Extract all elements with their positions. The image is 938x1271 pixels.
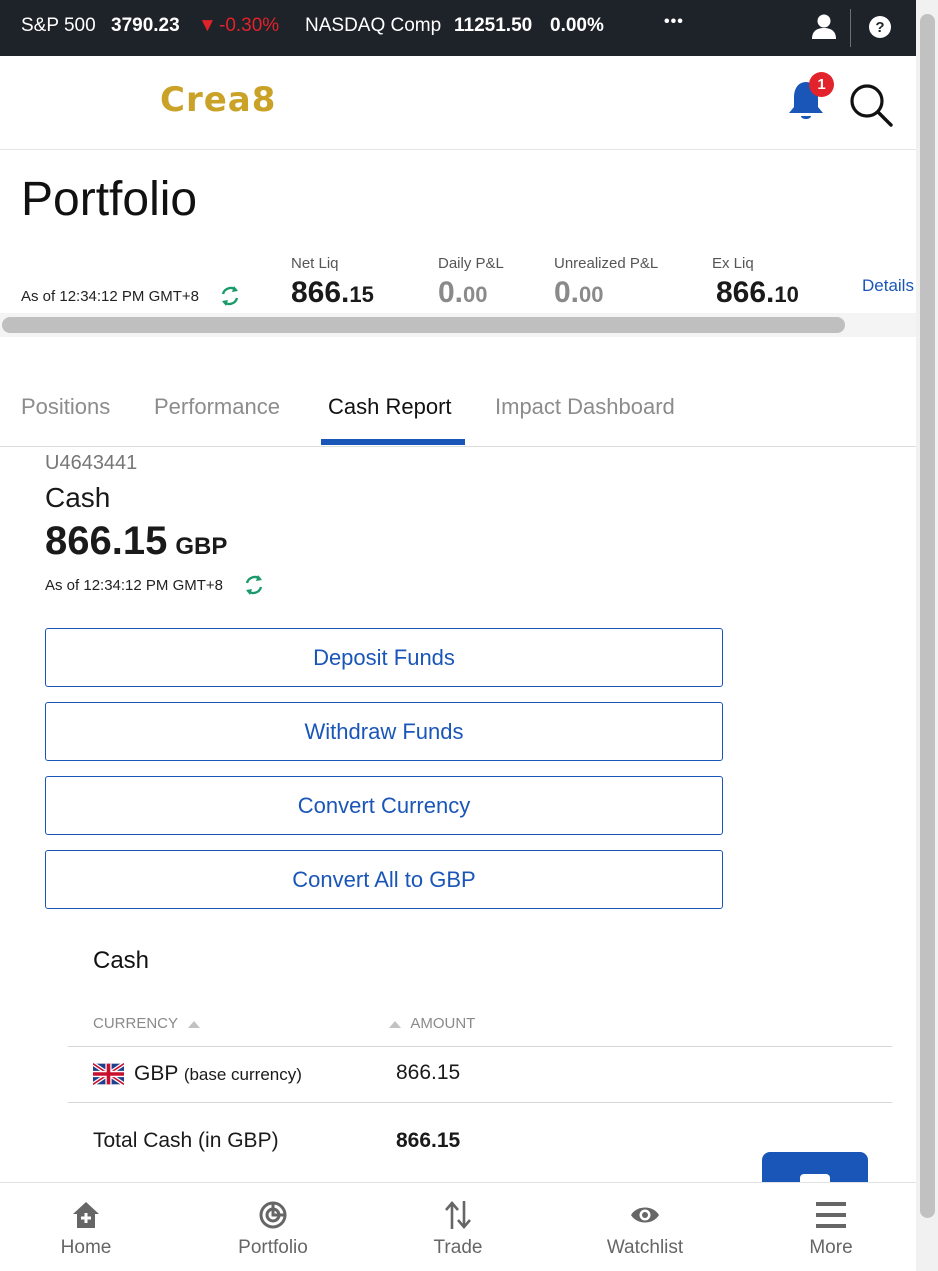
convert-all-to-gbp-button[interactable]: Convert All to GBP	[45, 850, 723, 909]
nav-more[interactable]: More	[771, 1183, 891, 1271]
home-icon	[73, 1202, 99, 1228]
metric-label-ex-liq: Ex Liq	[712, 255, 754, 272]
market-ticker-bar: S&P 500 3790.23 ▼ -0.30% NASDAQ Comp 112…	[0, 0, 916, 56]
nav-home[interactable]: Home	[26, 1183, 146, 1271]
search-icon[interactable]	[848, 82, 894, 128]
portfolio-tabs: Positions Performance Cash Report Impact…	[0, 380, 916, 447]
ticker-index1-change: -0.30%	[219, 15, 280, 36]
metric-value-unrealized-pl: 0.00	[554, 276, 604, 309]
nav-trade[interactable]: Trade	[398, 1183, 518, 1271]
metric-value-net-liq: 866.15	[291, 276, 374, 309]
table-divider	[68, 1102, 892, 1103]
page-scrollbar[interactable]	[920, 14, 935, 1218]
metric-value-daily-pl: 0.00	[438, 276, 488, 309]
nav-label-more: More	[809, 1237, 853, 1258]
deposit-funds-button[interactable]: Deposit Funds	[45, 628, 723, 687]
bottom-navigation: Home Portfolio Trade Watchlist More	[0, 1182, 916, 1271]
table-row-amount: 866.15	[396, 1061, 461, 1084]
table-divider	[68, 1046, 892, 1047]
cash-as-of: As of 12:34:12 PM GMT+8	[45, 577, 224, 594]
help-icon[interactable]: ?	[868, 15, 892, 39]
withdraw-funds-button[interactable]: Withdraw Funds	[45, 702, 723, 761]
metrics-scrollbar[interactable]	[2, 317, 845, 333]
cash-heading: Cash	[45, 482, 111, 513]
menu-icon	[816, 1202, 846, 1228]
ticker-index2-name: NASDAQ Comp	[305, 15, 442, 36]
total-cash-amount: 866.15	[396, 1129, 461, 1152]
metric-value-ex-liq: 866.10	[716, 276, 799, 309]
tab-performance[interactable]: Performance	[154, 394, 280, 420]
nav-label-trade: Trade	[433, 1237, 483, 1258]
total-cash-label: Total Cash (in GBP)	[93, 1129, 279, 1152]
metric-label-daily-pl: Daily P&L	[438, 255, 504, 272]
watchlist-icon	[631, 1207, 659, 1223]
details-link[interactable]: Details	[862, 276, 914, 296]
portfolio-icon	[259, 1201, 287, 1229]
tab-cash-report[interactable]: Cash Report	[328, 394, 452, 420]
cash-balance: 866.15 GBP	[45, 519, 228, 563]
account-id: U4643441	[45, 452, 138, 474]
portfolio-as-of: As of 12:34:12 PM GMT+8	[21, 288, 200, 305]
ticker-index2-change: 0.00%	[550, 15, 604, 36]
convert-currency-button[interactable]: Convert Currency	[45, 776, 723, 835]
tab-impact-dashboard[interactable]: Impact Dashboard	[495, 394, 675, 420]
nav-watchlist[interactable]: Watchlist	[585, 1183, 705, 1271]
nav-label-watchlist: Watchlist	[606, 1237, 684, 1258]
svg-text:?: ?	[875, 19, 884, 36]
active-tab-indicator	[321, 439, 465, 445]
user-icon[interactable]	[811, 13, 837, 41]
metric-label-net-liq: Net Liq	[291, 255, 339, 272]
sort-ascending-icon	[187, 1020, 200, 1028]
page-title: Portfolio	[21, 173, 198, 226]
nav-portfolio[interactable]: Portfolio	[213, 1183, 333, 1271]
sort-ascending-icon	[389, 1020, 401, 1028]
metric-label-unrealized-pl: Unrealized P&L	[554, 255, 659, 272]
ticker-index2-value: 11251.50	[454, 15, 533, 36]
ticker-divider	[850, 9, 851, 47]
column-header-currency[interactable]: CURRENCY	[93, 1015, 200, 1032]
ticker-index1-name: S&P 500	[21, 15, 96, 36]
ticker-index1-value: 3790.23	[111, 15, 180, 36]
uk-flag-icon	[93, 1063, 124, 1085]
ticker-more-button[interactable]: •••	[664, 13, 684, 31]
nav-label-home: Home	[60, 1237, 112, 1258]
refresh-icon[interactable]	[243, 574, 265, 596]
cash-table-title: Cash	[93, 947, 150, 974]
brand-logo[interactable]: Crea8	[160, 80, 276, 120]
app-header: Crea8 1	[0, 56, 916, 150]
notification-badge: 1	[809, 72, 834, 97]
ticker-down-arrow-icon: ▼	[198, 15, 217, 36]
table-row-currency: GBP (base currency)	[134, 1062, 302, 1085]
column-header-amount[interactable]: AMOUNT	[389, 1015, 475, 1032]
tab-positions[interactable]: Positions	[21, 394, 110, 420]
refresh-icon[interactable]	[219, 285, 241, 307]
nav-label-portfolio: Portfolio	[238, 1237, 308, 1258]
trade-icon	[445, 1201, 471, 1229]
